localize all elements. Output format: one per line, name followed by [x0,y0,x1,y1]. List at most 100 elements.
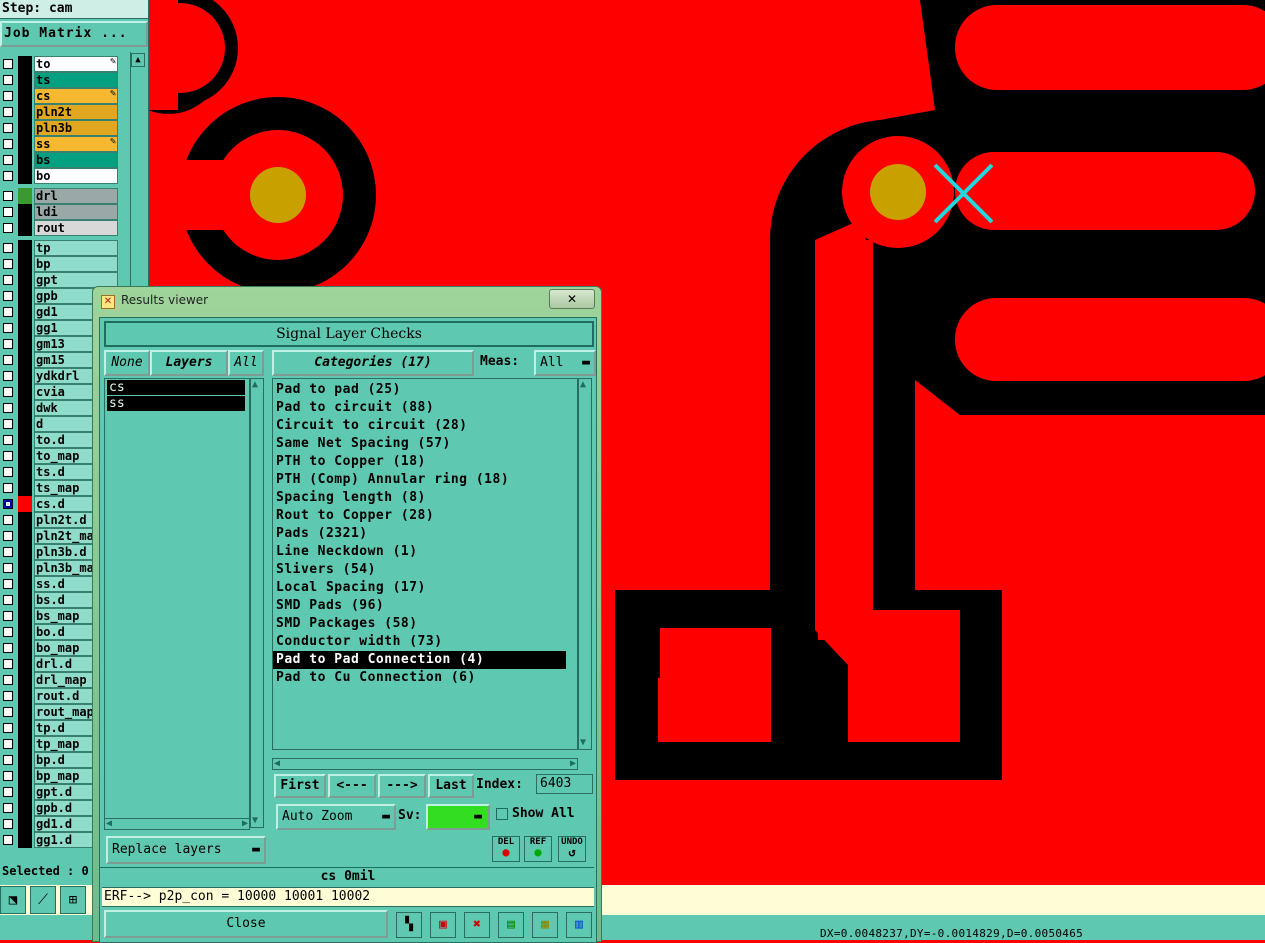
layer-checkbox[interactable] [3,579,13,589]
layer-color-swatch[interactable] [18,528,32,544]
window-close-button[interactable]: ✕ [549,289,595,309]
categories-button[interactable]: Categories (17) [272,350,474,376]
layer-color-swatch[interactable] [18,56,32,72]
layer-checkbox[interactable] [3,339,13,349]
layer-color-swatch[interactable] [18,736,32,752]
categories-listbox[interactable]: Pad to pad (25) Pad to circuit (88) Circui… [272,378,578,750]
layer-name[interactable]: ldi [34,204,118,220]
layer-checkbox[interactable] [3,691,13,701]
replace-layers-menu[interactable]: Replace layers ▬ [106,836,266,864]
layer-name[interactable]: pln3b [34,120,118,136]
layer-checkbox[interactable] [3,611,13,621]
layer-checkbox[interactable] [3,323,13,333]
layer-checkbox[interactable] [3,627,13,637]
layer-checkbox[interactable] [3,643,13,653]
sv-color-select[interactable]: ▬ [426,804,490,830]
layer-color-swatch[interactable] [18,608,32,624]
layer-checkbox[interactable] [3,563,13,573]
categories-vscroll[interactable]: ▲ ▼ [578,378,592,750]
layer-row[interactable]: bp [0,256,130,272]
layer-row[interactable]: ts [0,72,130,88]
meas-select[interactable]: All ▬ [534,350,596,376]
layer-color-swatch[interactable] [18,204,32,220]
layer-name[interactable]: rout [34,220,118,236]
category-item[interactable]: Local Spacing (17) [273,579,577,597]
action-button-3[interactable]: ✖ [464,912,490,938]
category-item[interactable]: Pad to Pad Connection (4) [273,651,566,669]
layer-checkbox[interactable] [3,419,13,429]
layer-color-swatch[interactable] [18,512,32,528]
layer-checkbox[interactable] [3,59,13,69]
layer-color-swatch[interactable] [18,448,32,464]
layer-name[interactable]: ts [34,72,118,88]
layer-row[interactable]: drl [0,188,130,204]
layer-checkbox[interactable] [3,755,13,765]
layer-color-swatch[interactable] [18,544,32,560]
layer-checkbox[interactable] [3,787,13,797]
layer-color-swatch[interactable] [18,832,32,848]
layers-listbox[interactable]: cs ss [104,378,250,828]
layer-checkbox[interactable] [3,659,13,669]
layer-color-swatch[interactable] [18,800,32,816]
category-item[interactable]: Rout to Copper (28) [273,507,577,525]
layer-color-swatch[interactable] [18,120,32,136]
layer-checkbox[interactable] [3,171,13,181]
layer-checkbox[interactable] [3,531,13,541]
first-button[interactable]: First [274,774,326,798]
layer-color-swatch[interactable] [18,384,32,400]
category-item[interactable]: PTH to Copper (18) [273,453,577,471]
layer-color-swatch[interactable] [18,416,32,432]
layer-color-swatch[interactable] [18,320,32,336]
layer-color-swatch[interactable] [18,304,32,320]
layer-color-swatch[interactable] [18,560,32,576]
layer-checkbox[interactable] [3,483,13,493]
layer-color-swatch[interactable] [18,136,32,152]
layer-checkbox[interactable] [3,291,13,301]
layer-row[interactable]: rout [0,220,130,236]
layer-checkbox[interactable] [3,435,13,445]
prev-button[interactable]: <--- [328,774,376,798]
layer-checkbox[interactable] [3,499,13,509]
action-button-4[interactable]: ▤ [498,912,524,938]
layer-checkbox[interactable] [3,243,13,253]
layer-checkbox[interactable] [3,155,13,165]
category-item[interactable]: SMD Packages (58) [273,615,577,633]
action-button-1[interactable]: ▚ [396,912,422,938]
layer-color-swatch[interactable] [18,752,32,768]
layer-checkbox[interactable] [3,371,13,381]
layer-list-item[interactable]: ss [107,396,245,411]
none-button[interactable]: None [104,350,150,376]
undo-button[interactable]: UNDO ↺ [558,836,586,862]
action-button-2[interactable]: ▣ [430,912,456,938]
layer-color-swatch[interactable] [18,720,32,736]
layer-name[interactable]: bp [34,256,118,272]
layer-color-swatch[interactable] [18,220,32,236]
auto-zoom-menu[interactable]: Auto Zoom ▬ [276,804,396,830]
category-item[interactable]: Circuit to circuit (28) [273,417,577,435]
action-button-6[interactable]: ▥ [566,912,592,938]
ref-button[interactable]: REF ● [524,836,552,862]
layer-color-swatch[interactable] [18,432,32,448]
layer-name[interactable]: ss [34,136,118,152]
layer-checkbox[interactable] [3,803,13,813]
layer-color-swatch[interactable] [18,784,32,800]
layer-color-swatch[interactable] [18,704,32,720]
category-item[interactable]: Pads (2321) [273,525,577,543]
layer-color-swatch[interactable] [18,168,32,184]
layers-hscroll[interactable]: ◀ ▶ [104,818,250,830]
layer-name[interactable]: bs [34,152,118,168]
tool-button-1[interactable]: ⬔ [0,886,26,914]
scroll-up-icon[interactable]: ▲ [131,53,145,67]
close-button[interactable]: Close [104,910,388,938]
layer-color-swatch[interactable] [18,240,32,256]
layer-color-swatch[interactable] [18,400,32,416]
layer-row[interactable]: to ✎ [0,56,130,72]
category-item[interactable]: Line Neckdown (1) [273,543,577,561]
category-item[interactable]: Spacing length (8) [273,489,577,507]
layer-checkbox[interactable] [3,355,13,365]
layer-color-swatch[interactable] [18,688,32,704]
layer-checkbox[interactable] [3,223,13,233]
layer-color-swatch[interactable] [18,256,32,272]
layer-checkbox[interactable] [3,139,13,149]
layer-checkbox[interactable] [3,275,13,285]
